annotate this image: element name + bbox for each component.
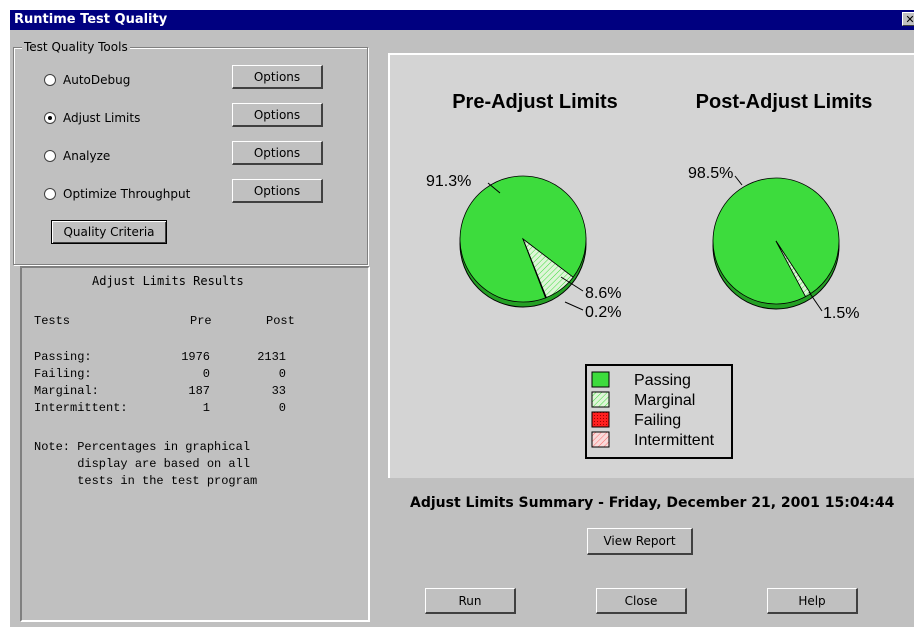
chart-panel: Pre-Adjust Limits Post-Adjust Limits 91.… <box>388 53 914 478</box>
radio-label: Adjust Limits <box>63 111 141 125</box>
row-marginal-post: 33 <box>271 384 286 398</box>
help-button[interactable]: Help <box>767 588 858 614</box>
pie-charts-svg: Pre-Adjust Limits Post-Adjust Limits 91.… <box>426 91 873 459</box>
row-passing-pre: 1976 <box>181 350 210 364</box>
row-marginal-pre: 187 <box>188 384 210 398</box>
legend-intermittent: Intermittent <box>634 432 715 449</box>
results-header-post: Post <box>266 314 295 328</box>
close-icon[interactable]: ✕ <box>902 12 914 26</box>
group-label: Test Quality Tools <box>22 40 130 54</box>
radio-selected-icon <box>44 111 56 124</box>
post-chart-title: Post-Adjust Limits <box>696 91 873 113</box>
row-failing-pre: 0 <box>202 367 210 381</box>
legend-passing: Passing <box>634 372 691 389</box>
close-button[interactable]: Close <box>596 588 687 614</box>
chart-legend: Passing Marginal Failing Intermittent <box>585 364 733 459</box>
radio-icon <box>44 149 56 162</box>
radio-label: Optimize Throughput <box>63 187 191 201</box>
legend-marginal: Marginal <box>634 392 695 409</box>
radio-label: Analyze <box>63 149 111 163</box>
results-header-tests: Tests <box>34 314 71 328</box>
adjust-limits-options-button[interactable]: Options <box>232 103 323 127</box>
row-failing-post: 0 <box>278 367 286 381</box>
legend-intermittent-swatch <box>591 431 610 448</box>
window-title: Runtime Test Quality <box>14 12 168 27</box>
post-marginal-label: 1.5% <box>823 305 859 322</box>
test-quality-tools-group: Test Quality Tools AutoDebug Options Adj… <box>13 40 368 265</box>
radio-analyze[interactable]: Analyze <box>44 146 110 166</box>
legend-passing-swatch <box>591 371 610 388</box>
legend-marginal-swatch <box>591 391 610 408</box>
note-line-3: tests in the test program <box>34 474 258 488</box>
row-intermittent-name: Intermittent: <box>34 401 128 415</box>
radio-adjust-limits[interactable]: Adjust Limits <box>44 108 140 128</box>
optimize-throughput-options-button[interactable]: Options <box>232 179 323 203</box>
autodebug-options-button[interactable]: Options <box>232 65 323 89</box>
row-passing-name: Passing: <box>34 350 92 364</box>
run-button[interactable]: Run <box>425 588 516 614</box>
pre-intermittent-leader <box>564 301 584 311</box>
radio-optimize-throughput[interactable]: Optimize Throughput <box>44 184 190 204</box>
row-failing-name: Failing: <box>34 367 92 381</box>
quality-criteria-button[interactable]: Quality Criteria <box>51 220 167 244</box>
pre-passing-label: 91.3% <box>426 173 471 190</box>
row-intermittent-post: 0 <box>278 401 286 415</box>
results-title: Adjust Limits Results <box>92 274 244 288</box>
pre-chart-title: Pre-Adjust Limits <box>452 91 618 113</box>
runtime-test-quality-window: Runtime Test Quality ✕ Test Quality Tool… <box>10 10 914 627</box>
pre-adjust-pie <box>459 175 587 308</box>
row-marginal-name: Marginal: <box>34 384 99 398</box>
analyze-options-button[interactable]: Options <box>232 141 323 165</box>
pre-intermittent-label: 0.2% <box>585 304 621 321</box>
post-adjust-pie <box>712 177 840 310</box>
title-bar: Runtime Test Quality ✕ <box>10 10 914 30</box>
results-header-pre: Pre <box>190 314 212 328</box>
legend-failing-swatch <box>591 411 610 428</box>
summary-text: Adjust Limits Summary - Friday, December… <box>410 495 895 511</box>
radio-label: AutoDebug <box>63 73 131 87</box>
legend-failing: Failing <box>634 412 681 429</box>
view-report-button[interactable]: View Report <box>587 528 693 555</box>
post-passing-label: 98.5% <box>688 165 733 182</box>
post-passing-leader <box>734 175 743 186</box>
note-line-1: Note: Percentages in graphical <box>34 440 251 454</box>
row-intermittent-pre: 1 <box>202 401 210 415</box>
row-passing-post: 2131 <box>257 350 286 364</box>
note-line-2: display are based on all <box>34 457 251 471</box>
radio-icon <box>44 73 56 86</box>
pre-marginal-label: 8.6% <box>585 285 621 302</box>
results-panel: Adjust Limits Results Tests Pre Post Pas… <box>20 266 370 622</box>
radio-icon <box>44 187 56 200</box>
radio-autodebug[interactable]: AutoDebug <box>44 70 130 90</box>
